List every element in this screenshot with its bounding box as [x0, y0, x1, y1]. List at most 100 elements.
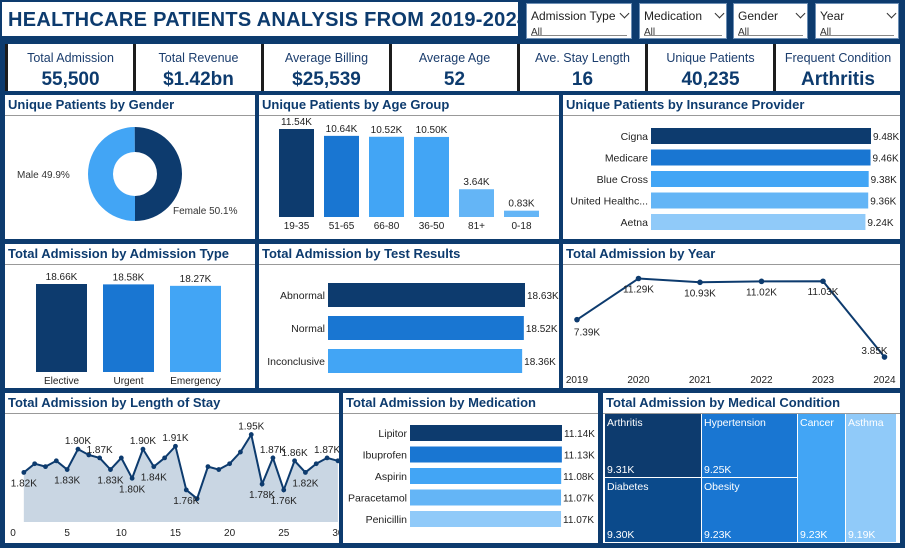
data-label: 1.90K — [130, 436, 156, 447]
tick-label: Ibuprofen — [363, 450, 408, 462]
kpi-label: Frequent Condition — [784, 51, 892, 65]
tick-label: Blue Cross — [597, 174, 648, 186]
panel-insurance: Unique Patients by Insurance Provider Ci… — [563, 95, 900, 239]
kpi-value: 55,500 — [41, 69, 100, 90]
slicer-value: All — [531, 27, 543, 38]
treemap-value: 9.23K — [704, 529, 731, 541]
slicer-medication[interactable]: Medication All — [639, 3, 727, 39]
panel-stay-length: Total Admission by Length of Stay 1.82K 1… — [5, 393, 339, 543]
data-label: 1.82K — [11, 478, 37, 489]
tick-label: 30 — [332, 528, 339, 539]
data-label: 10.52K — [371, 125, 403, 136]
data-label: 1.82K — [292, 478, 318, 489]
treemap-value: 9.30K — [607, 529, 634, 541]
kpi-total-admission: Total Admission 55,500 — [5, 44, 133, 91]
bar — [504, 210, 539, 217]
data-label: 18.63K — [527, 291, 559, 302]
kpi-label: Unique Patients — [666, 51, 755, 65]
slicer-value: All — [644, 27, 656, 38]
tick-label: 2019 — [566, 375, 589, 386]
kpi-stay-length: Ave. Stay Length 16 — [517, 44, 645, 91]
data-label: 1.76K — [173, 496, 199, 507]
bar — [279, 129, 314, 217]
tick-label: 20 — [224, 528, 236, 539]
chevron-down-icon[interactable] — [619, 8, 630, 19]
page-title: HEALTHCARE PATIENTS ANALYSIS FROM 2019-2… — [8, 9, 529, 31]
kpi-value: $1.42bn — [163, 69, 234, 90]
kpi-unique-patients: Unique Patients 40,235 — [645, 44, 773, 91]
data-point — [53, 458, 59, 464]
chart-title: Total Admission by Length of Stay — [8, 395, 221, 410]
chart-title: Total Admission by Medical Condition — [606, 395, 841, 410]
bar — [414, 136, 449, 217]
kpi-average-age: Average Age 52 — [389, 44, 517, 91]
tick-label: 2020 — [627, 375, 650, 386]
treemap-label: Diabetes — [607, 481, 648, 493]
tick-label: 81+ — [468, 221, 485, 232]
data-point — [238, 449, 243, 455]
data-label: 9.38K — [871, 175, 897, 186]
data-label: 18.58K — [113, 272, 145, 283]
bar — [410, 511, 562, 527]
slicer-label: Year — [820, 9, 845, 23]
data-label: 11.07K — [563, 494, 594, 505]
data-point — [140, 446, 146, 452]
data-label: 9.48K — [873, 132, 899, 143]
bar — [410, 446, 562, 463]
data-point — [151, 464, 157, 470]
bar — [410, 489, 562, 506]
panel-year: Total Admission by Year 7.39K 2019 11.29K 2… — [563, 244, 900, 388]
kpi-average-billing: Average Billing $25,539 — [261, 44, 389, 91]
treemap-label: Arthritis — [607, 417, 643, 429]
tick-label: Normal — [291, 323, 325, 335]
tick-label: 0-18 — [511, 221, 531, 232]
data-point — [32, 461, 38, 467]
treemap-value: 9.23K — [800, 529, 827, 541]
data-label: 1.87K — [314, 445, 339, 456]
bar — [369, 136, 404, 217]
data-label: 7.39K — [574, 328, 600, 339]
slicer-year[interactable]: Year All — [815, 3, 899, 39]
chart-title: Total Admission by Medication — [346, 395, 536, 410]
data-point — [173, 443, 178, 449]
admission-type-bar-chart: 18.66K Elective 18.58K Urgent 18.27K Emergenc… — [36, 272, 221, 387]
data-point — [820, 278, 826, 285]
header: HEALTHCARE PATIENTS ANALYSIS FROM 2019-2… — [0, 0, 528, 38]
tick-label: 10 — [116, 528, 128, 539]
data-label: 9.46K — [873, 154, 899, 165]
chevron-down-icon[interactable] — [886, 8, 897, 19]
gender-donut-chart: Male 49.9% Female 50.1% — [17, 126, 238, 221]
data-label: 11.07K — [563, 515, 594, 526]
data-label: 11.08K — [563, 472, 594, 483]
slicer-gender[interactable]: Gender All — [733, 3, 808, 39]
insurance-bar-chart: Cigna 9.48K Medicare 9.46K Blue Cross 9.38K Un… — [570, 128, 899, 230]
chevron-down-icon[interactable] — [714, 8, 725, 19]
chevron-down-icon[interactable] — [795, 8, 806, 19]
data-label: 18.66K — [46, 272, 78, 283]
treemap-cell — [846, 414, 896, 542]
tick-label: Paracetamol — [348, 493, 407, 505]
chart-title: Unique Patients by Gender — [8, 97, 175, 112]
data-label: 18.52K — [526, 324, 558, 335]
tick-label: Abnormal — [280, 290, 325, 302]
condition-treemap: Arthritis 9.31K Diabetes 9.30K Hypertension 9… — [605, 414, 896, 542]
tick-label: 0 — [10, 528, 16, 539]
tick-label: 15 — [170, 528, 182, 539]
slicer-admission-type[interactable]: Admission Type All — [526, 3, 632, 39]
data-point — [216, 467, 222, 472]
bar — [328, 283, 525, 307]
kpi-frequent-condition: Frequent Condition Arthritis — [773, 44, 900, 91]
data-point — [205, 464, 211, 470]
kpi-label: Total Admission — [27, 51, 114, 65]
tick-label: Urgent — [113, 376, 143, 387]
treemap-label: Hypertension — [704, 417, 766, 429]
slicer-label: Gender — [738, 9, 779, 23]
data-point — [97, 455, 103, 461]
data-point — [281, 487, 287, 493]
data-label: 18.27K — [180, 274, 212, 285]
treemap-label: Asthma — [848, 417, 884, 429]
data-point — [227, 461, 233, 467]
tick-label: Inconclusive — [267, 356, 325, 368]
data-label: 11.02K — [746, 287, 777, 298]
bar — [328, 316, 524, 340]
